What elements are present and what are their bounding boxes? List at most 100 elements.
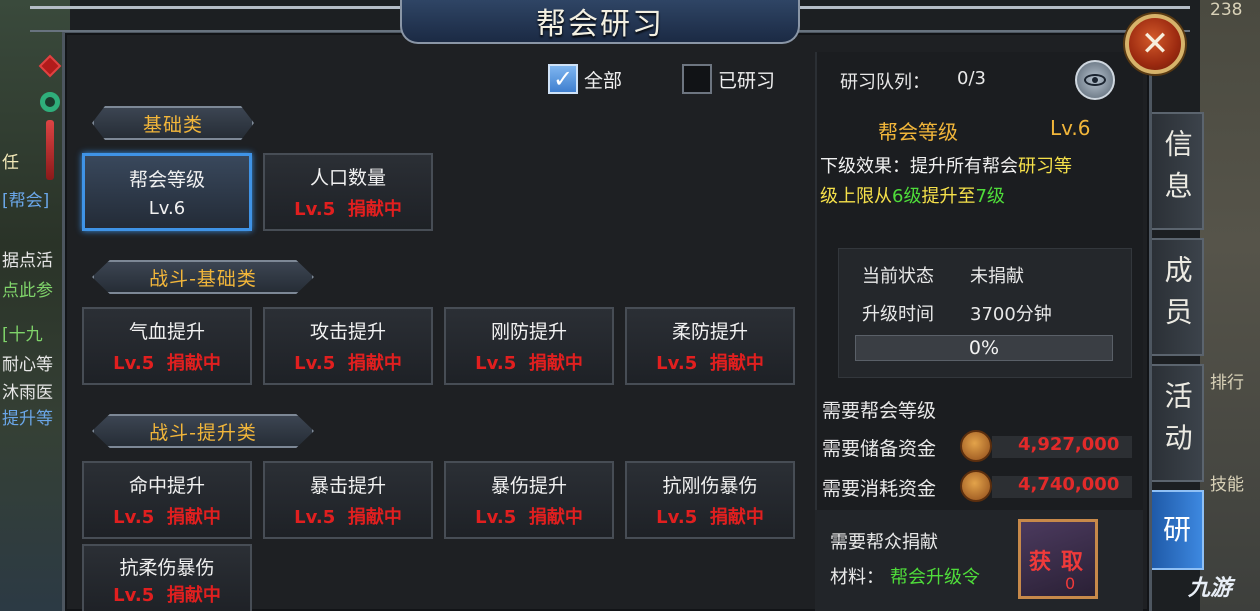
bg-text: 点此参 bbox=[2, 281, 53, 301]
bg-text: [十九 bbox=[2, 325, 43, 345]
item-state: 捐献中 bbox=[709, 506, 764, 528]
item-level: Lv.5 bbox=[294, 198, 336, 220]
item-level: Lv.5 bbox=[656, 506, 698, 528]
item-name: 暴伤提升 bbox=[490, 475, 567, 498]
next-effect-from: 6级 bbox=[892, 186, 922, 207]
next-effect-text: 提升至 bbox=[921, 186, 976, 207]
item-name: 命中提升 bbox=[128, 475, 205, 498]
item-status: Lv.5 捐献中 bbox=[656, 503, 764, 529]
upgrade-progress-bar: 0% bbox=[855, 335, 1113, 361]
req-level-label: 需要帮会等级 bbox=[822, 400, 937, 422]
research-item-hard-defense[interactable]: 刚防提升 Lv.5 捐献中 bbox=[444, 307, 614, 385]
title-bar: 帮会研习 bbox=[400, 0, 800, 44]
bg-text: 耐心等 bbox=[2, 355, 53, 375]
item-name: 帮会等级 bbox=[128, 169, 205, 191]
tab-info[interactable]: 信息 bbox=[1152, 112, 1204, 230]
item-level: Lv.5 bbox=[113, 506, 155, 528]
close-button[interactable]: ✕ bbox=[1125, 14, 1185, 74]
req-consume-value: 4,740,000 bbox=[1018, 474, 1120, 495]
watermark-text: 九游 bbox=[1188, 576, 1233, 601]
item-name: 刚防提升 bbox=[490, 321, 567, 344]
material-slot[interactable]: 获取 0 bbox=[1018, 519, 1098, 599]
research-item-crit-damage[interactable]: 暴伤提升 Lv.5 捐献中 bbox=[444, 461, 614, 539]
detail-item-level: Lv.6 bbox=[1050, 116, 1091, 140]
tab-label: 活动 bbox=[1160, 381, 1194, 465]
req-reserve-label: 需要储备资金 bbox=[822, 438, 937, 460]
next-effect-text: 级上限从 bbox=[820, 186, 892, 207]
item-status: Lv.5 捐献中 bbox=[475, 503, 583, 529]
item-name: 柔防提升 bbox=[671, 321, 748, 344]
slot-get-text: 获取 bbox=[1029, 550, 1094, 575]
research-item-anti-soft-crit[interactable]: 抗柔伤暴伤 Lv.5 捐献中 bbox=[82, 544, 252, 611]
research-item-accuracy[interactable]: 命中提升 Lv.5 捐献中 bbox=[82, 461, 252, 539]
next-effect-to: 7级 bbox=[975, 186, 1005, 207]
item-state: 捐献中 bbox=[528, 506, 583, 528]
tab-members[interactable]: 成员 bbox=[1152, 238, 1204, 356]
item-state: 捐献中 bbox=[347, 352, 402, 374]
item-state: 捐献中 bbox=[347, 198, 402, 220]
research-item-attack[interactable]: 攻击提升 Lv.5 捐献中 bbox=[263, 307, 433, 385]
tab-research[interactable]: 研 bbox=[1152, 490, 1204, 570]
bg-text: 238 bbox=[1210, 0, 1243, 20]
item-state: 捐献中 bbox=[166, 506, 221, 528]
next-effect-text: 下级效果：提升所有帮会 bbox=[820, 156, 1018, 177]
research-item-hp[interactable]: 气血提升 Lv.5 捐献中 bbox=[82, 307, 252, 385]
next-effect-line1: 下级效果：提升所有帮会研习等 bbox=[820, 152, 1072, 178]
tab-label: 信息 bbox=[1160, 129, 1194, 213]
req-consume-row: 需要消耗资金 4,740,000 bbox=[822, 470, 1132, 502]
item-name: 抗刚伤暴伤 bbox=[662, 475, 758, 498]
time-label: 升级时间 bbox=[862, 304, 934, 325]
next-effect-line2: 级上限从6级提升至7级 bbox=[820, 182, 1005, 208]
item-level: Lv.5 bbox=[656, 352, 698, 374]
item-level: Lv.6 bbox=[148, 198, 186, 219]
section-header-combat-basic: 战斗-基础类 bbox=[92, 260, 314, 294]
research-item-anti-hard-crit[interactable]: 抗刚伤暴伤 Lv.5 捐献中 bbox=[625, 461, 795, 539]
tab-activities[interactable]: 活动 bbox=[1152, 364, 1204, 482]
item-status: Lv.5 捐献中 bbox=[656, 349, 764, 375]
item-name: 气血提升 bbox=[128, 321, 205, 344]
tab-label: 研 bbox=[1162, 513, 1191, 547]
item-status: Lv.5 捐献中 bbox=[294, 503, 402, 529]
research-item-soft-defense[interactable]: 柔防提升 Lv.5 捐献中 bbox=[625, 307, 795, 385]
research-item-guild-level[interactable]: 帮会等级 Lv.6 bbox=[82, 153, 252, 231]
progress-text: 0% bbox=[968, 337, 1000, 359]
req-reserve-row: 需要储备资金 4,927,000 bbox=[822, 430, 1132, 462]
item-name: 暴击提升 bbox=[309, 475, 386, 498]
money-bag-icon bbox=[960, 470, 992, 502]
item-level: Lv.5 bbox=[113, 352, 155, 374]
item-state: 捐献中 bbox=[166, 352, 221, 374]
material-label: 材料： bbox=[830, 567, 884, 588]
item-state: 捐献中 bbox=[709, 352, 764, 374]
time-value: 3700分钟 bbox=[970, 304, 1052, 325]
material-value: 帮会升级令 bbox=[890, 567, 980, 588]
item-state: 捐献中 bbox=[166, 585, 221, 607]
filter-researched-checkbox[interactable]: 已研习 bbox=[682, 64, 775, 94]
state-label: 当前状态 bbox=[862, 266, 934, 287]
section-header-combat-advanced: 战斗-提升类 bbox=[92, 414, 314, 448]
item-level: Lv.5 bbox=[475, 506, 517, 528]
slot-count: 0 bbox=[1065, 574, 1076, 593]
item-state: 捐献中 bbox=[528, 352, 583, 374]
research-item-crit[interactable]: 暴击提升 Lv.5 捐献中 bbox=[263, 461, 433, 539]
bg-text: 任 bbox=[2, 153, 19, 173]
queue-label: 研习队列： bbox=[840, 72, 930, 93]
money-bag-icon bbox=[960, 430, 992, 462]
req-reserve-value: 4,927,000 bbox=[1018, 434, 1120, 455]
bg-text: 沐雨医 bbox=[2, 383, 53, 403]
tab-label: 成员 bbox=[1160, 255, 1194, 339]
state-value: 未捐献 bbox=[970, 266, 1024, 287]
eye-icon[interactable] bbox=[1075, 60, 1115, 100]
window-title: 帮会研习 bbox=[536, 7, 664, 42]
filter-all-checkbox[interactable]: ✓ 全部 bbox=[548, 64, 622, 94]
item-status: Lv.5 捐献中 bbox=[113, 503, 221, 529]
item-status: Lv.5 捐献中 bbox=[113, 581, 221, 607]
research-item-population[interactable]: 人口数量 Lv.5 捐献中 bbox=[263, 153, 433, 231]
req-consume-label: 需要消耗资金 bbox=[822, 478, 937, 500]
checkbox-unchecked-icon bbox=[682, 64, 712, 94]
item-status: Lv.5 捐献中 bbox=[113, 349, 221, 375]
detail-item-name: 帮会等级 bbox=[878, 120, 958, 144]
section-header-basic: 基础类 bbox=[92, 106, 254, 140]
donate-label: 需要帮众捐献 bbox=[830, 532, 938, 553]
title-ornament-left bbox=[30, 6, 440, 32]
filter-label: 已研习 bbox=[718, 69, 776, 92]
